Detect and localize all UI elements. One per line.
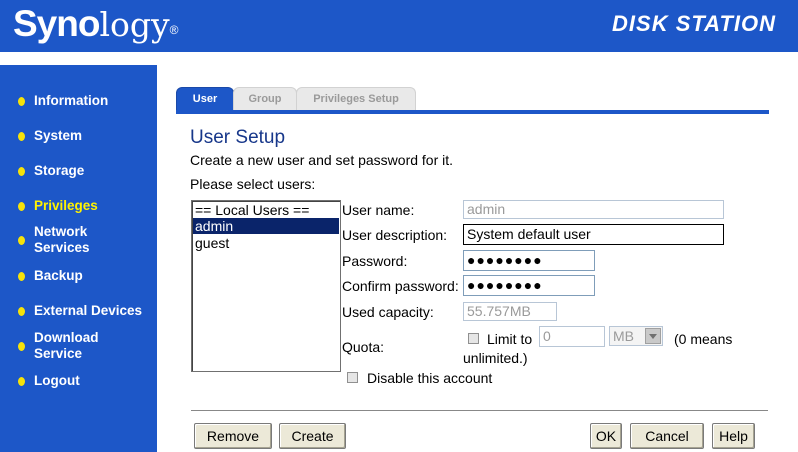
quota-note: (0 means (674, 331, 733, 347)
bullet-icon (18, 202, 25, 211)
tab-group[interactable]: Group (233, 87, 297, 110)
list-item-admin[interactable]: admin (193, 218, 339, 234)
password-field[interactable]: ●●●●●●●● (463, 250, 595, 271)
header-bar: Synology® DISK STATION (0, 0, 798, 52)
cancel-button[interactable]: Cancel (630, 423, 704, 449)
bullet-icon (18, 97, 25, 106)
user-description-label: User description: (342, 227, 448, 243)
bullet-icon (18, 167, 25, 176)
list-item-header[interactable]: == Local Users == (193, 202, 339, 218)
username-field[interactable]: admin (463, 200, 724, 219)
divider (191, 410, 768, 411)
username-label: User name: (342, 202, 415, 218)
used-capacity-field[interactable]: 55.757MB (463, 302, 557, 321)
password-label: Password: (342, 253, 408, 269)
ok-button[interactable]: OK (590, 423, 622, 449)
sidebar-item-label: System (34, 128, 83, 143)
quota-field[interactable]: 0 (539, 326, 605, 347)
page-title: User Setup (190, 127, 286, 148)
tab-underline (176, 110, 769, 114)
sidebar-item-label: Network (34, 224, 88, 239)
confirm-password-label: Confirm password: (342, 278, 459, 294)
disable-account-checkbox[interactable] (347, 372, 358, 383)
page-description: Create a new user and set password for i… (190, 152, 454, 168)
sidebar-item-network-services[interactable]: Network Services (0, 224, 157, 256)
limit-checkbox[interactable] (468, 333, 479, 344)
limit-label: Limit to (487, 331, 533, 347)
sidebar-item-label: Privileges (34, 198, 98, 213)
bullet-icon (18, 272, 25, 281)
sidebar-item-label-line2: Services (34, 240, 90, 255)
sidebar-item-label: Backup (34, 268, 83, 283)
quota-unit-select[interactable]: MB (609, 326, 663, 346)
tab-bar: User Group Privileges Setup (176, 84, 776, 110)
create-button[interactable]: Create (279, 423, 346, 449)
registered-mark: ® (169, 23, 179, 37)
sidebar-item-label: Storage (34, 163, 85, 178)
help-button[interactable]: Help (712, 423, 755, 449)
select-users-prompt: Please select users: (190, 176, 316, 192)
synology-logo: Synology® (13, 2, 178, 47)
chevron-down-icon (645, 328, 661, 344)
user-description-field[interactable]: System default user (463, 224, 724, 245)
main-panel: User Group Privileges Setup User Setup C… (157, 65, 798, 452)
list-item-guest[interactable]: guest (193, 235, 339, 251)
sidebar-item-label: Download (34, 330, 99, 345)
bullet-icon (18, 307, 25, 316)
sidebar-item-download-service[interactable]: Download Service (0, 330, 157, 362)
confirm-password-field[interactable]: ●●●●●●●● (463, 275, 595, 296)
sidebar: Information System Storage Privileges Ne… (0, 65, 157, 452)
bullet-icon (18, 132, 25, 141)
sidebar-item-label-line2: Service (34, 346, 83, 361)
disable-account-label: Disable this account (367, 370, 493, 386)
sidebar-item-label: Information (34, 93, 109, 108)
quota-label: Quota: (342, 339, 385, 355)
sidebar-item-label: Logout (34, 373, 80, 388)
tab-user[interactable]: User (176, 87, 234, 110)
logo-text-bold: Syno (13, 3, 100, 44)
bullet-icon (18, 236, 25, 245)
remove-button[interactable]: Remove (194, 423, 272, 449)
quota-note-line2: unlimited.) (463, 350, 528, 366)
user-list[interactable]: == Local Users == admin guest (191, 200, 341, 372)
product-name: DISK STATION (612, 11, 776, 36)
used-capacity-label: Used capacity: (342, 304, 434, 320)
bullet-icon (18, 342, 25, 351)
bullet-icon (18, 377, 25, 386)
quota-unit-value: MB (613, 328, 634, 344)
logo-text-thin: logy (99, 5, 170, 44)
header-separator (0, 52, 798, 65)
sidebar-item-label: External Devices (34, 303, 143, 318)
tab-privileges-setup[interactable]: Privileges Setup (296, 87, 416, 110)
